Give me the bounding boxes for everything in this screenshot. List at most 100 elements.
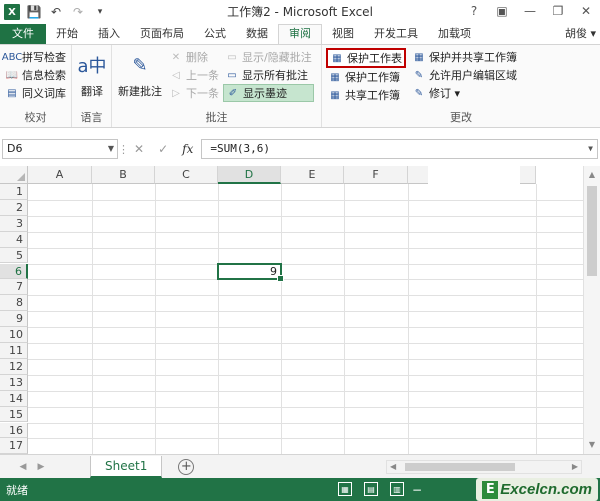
row-header-12[interactable]: 12 [0, 358, 28, 375]
row-header-8[interactable]: 8 [0, 295, 28, 312]
redo-icon[interactable]: ↷ [70, 4, 86, 20]
tab-formulas[interactable]: 公式 [194, 24, 236, 44]
excel-app-icon[interactable]: X [4, 4, 20, 20]
row-header-10[interactable]: 10 [0, 327, 28, 343]
chevron-down-icon[interactable]: ▼ [108, 140, 114, 158]
horizontal-scroll-thumb[interactable] [405, 463, 515, 471]
cancel-icon[interactable]: ✕ [134, 142, 144, 156]
show-all-comments-button[interactable]: ▭ 显示所有批注 [223, 66, 314, 84]
tab-insert[interactable]: 插入 [88, 24, 130, 44]
row-gridline [28, 358, 583, 360]
name-box[interactable]: D6 ▼ [2, 139, 118, 159]
help-button[interactable]: ? [460, 0, 488, 22]
row-header-16[interactable]: 16 [0, 422, 28, 439]
tab-review[interactable]: 审阅 [278, 24, 322, 44]
user-account[interactable]: 胡俊 ▾ [561, 24, 600, 44]
group-proofing: ABC 拼写检查 📖 信息检索 ▤ 同义词库 校对 [0, 45, 72, 127]
row-header-9[interactable]: 9 [0, 311, 28, 328]
select-all-button[interactable] [0, 166, 28, 184]
row-header-1[interactable]: 1 [0, 184, 28, 200]
show-hide-comment-button[interactable]: ▭ 显示/隐藏批注 [223, 48, 314, 66]
row-header-2[interactable]: 2 [0, 199, 28, 216]
view-buttons: ▦ ▤ ▥ [338, 482, 404, 496]
zoom-out-button[interactable]: − [412, 483, 422, 497]
row-gridline [28, 247, 583, 249]
formula-input[interactable]: =SUM(3,6) ▼ [201, 139, 598, 159]
row-header-5[interactable]: 5 [0, 247, 28, 264]
row-header-7[interactable]: 7 [0, 279, 28, 296]
formula-bar: D6 ▼ ⋮ ✕ ✓ fx =SUM(3,6) ▼ [0, 138, 600, 160]
tab-home[interactable]: 开始 [46, 24, 88, 44]
minimize-button[interactable]: — [516, 0, 544, 22]
horizontal-scrollbar[interactable]: ◀ ▶ [386, 460, 582, 474]
spell-check-button[interactable]: ABC 拼写检查 [2, 48, 68, 66]
ribbon-display-button[interactable]: ▣ [488, 0, 516, 22]
row-header-4[interactable]: 4 [0, 231, 28, 248]
column-header-d[interactable]: D [218, 166, 281, 184]
scroll-left-icon[interactable]: ◀ [390, 461, 396, 473]
row-header-6[interactable]: 6 [0, 263, 28, 280]
scroll-up-icon[interactable]: ▲ [584, 168, 600, 182]
normal-view-icon[interactable]: ▦ [338, 482, 352, 496]
sheet-tab-sheet1[interactable]: Sheet1 [90, 455, 163, 478]
customize-qat-icon[interactable]: ▾ [92, 4, 108, 20]
save-icon[interactable]: 💾 [26, 4, 42, 20]
column-header-b[interactable]: B [92, 166, 155, 184]
group-label-comments: 批注 [205, 111, 228, 124]
thesaurus-button[interactable]: ▤ 同义词库 [3, 84, 68, 102]
enter-icon[interactable]: ✓ [158, 142, 168, 156]
close-button[interactable]: ✕ [572, 0, 600, 22]
tab-view[interactable]: 视图 [322, 24, 364, 44]
page-break-view-icon[interactable]: ▥ [390, 482, 404, 496]
show-ink-button[interactable]: ✐ 显示墨迹 [223, 84, 314, 102]
column-header-a[interactable]: A [28, 166, 92, 184]
tab-page-layout[interactable]: 页面布局 [130, 24, 194, 44]
sheet-next-icon[interactable]: ▶ [32, 462, 50, 472]
row-header-14[interactable]: 14 [0, 390, 28, 407]
vertical-scroll-thumb[interactable] [587, 186, 597, 276]
page-layout-view-icon[interactable]: ▤ [364, 482, 378, 496]
expand-formula-icon[interactable]: ▼ [588, 140, 593, 158]
scroll-down-icon[interactable]: ▼ [584, 438, 600, 452]
row-header-13[interactable]: 13 [0, 374, 28, 391]
track-changes-button[interactable]: ✎ 修订 ▾ [410, 84, 519, 102]
scroll-right-icon[interactable]: ▶ [572, 461, 578, 473]
watermark-logo: E Excelcn.com [476, 478, 598, 501]
tab-developer[interactable]: 开发工具 [364, 24, 428, 44]
row-header-17[interactable]: 17 [0, 438, 28, 454]
column-header-c[interactable]: C [155, 166, 218, 184]
row-header-3[interactable]: 3 [0, 215, 28, 232]
vertical-scrollbar[interactable]: ▲ ▼ [583, 166, 600, 454]
restore-button[interactable]: ❐ [544, 0, 572, 22]
row-gridline [28, 311, 583, 313]
delete-comment-button[interactable]: ✕ 删除 [167, 48, 221, 66]
column-header-f[interactable]: F [344, 166, 408, 184]
add-sheet-icon[interactable]: + [178, 458, 195, 475]
insert-function-icon[interactable]: fx [182, 142, 193, 156]
next-comment-button[interactable]: ▷ 下一条 [167, 84, 221, 102]
previous-comment-button[interactable]: ◁ 上一条 [167, 66, 221, 84]
formula-bar-separator: ⋮ [118, 142, 129, 156]
show-all-comments-icon: ▭ [227, 69, 237, 81]
research-button[interactable]: 📖 信息检索 [3, 66, 68, 84]
blank-overlay [428, 166, 520, 194]
allow-edit-ranges-button[interactable]: ✎ 允许用户编辑区域 [410, 66, 519, 84]
column-gridline [408, 184, 409, 454]
row-gridline [28, 215, 583, 217]
protect-workbook-button[interactable]: ▦ 保护工作簿 [326, 68, 406, 86]
title-bar: X 💾 ↶ ↷ ▾ 工作簿2 - Microsoft Excel ? ▣ — ❐… [0, 0, 600, 24]
share-workbook-button[interactable]: ▦ 共享工作簿 [326, 86, 406, 104]
row-header-11[interactable]: 11 [0, 343, 28, 359]
row-header-15[interactable]: 15 [0, 406, 28, 423]
tab-file[interactable]: 文件 [0, 24, 46, 44]
worksheet-grid[interactable]: ABCDEFI 1234567891011121314151617 9 ▲ ▼ [0, 166, 600, 454]
translate-button[interactable]: a中 翻译 [75, 48, 109, 99]
undo-icon[interactable]: ↶ [48, 4, 64, 20]
tab-data[interactable]: 数据 [236, 24, 278, 44]
sheet-prev-icon[interactable]: ◀ [14, 462, 32, 472]
active-cell[interactable]: 9 [217, 262, 284, 283]
column-header-e[interactable]: E [281, 166, 344, 184]
protect-sheet-button[interactable]: ▦ 保护工作表 [326, 48, 406, 68]
tab-add-ins[interactable]: 加载项 [428, 24, 481, 44]
protect-share-workbook-button[interactable]: ▦ 保护并共享工作簿 [410, 48, 519, 66]
